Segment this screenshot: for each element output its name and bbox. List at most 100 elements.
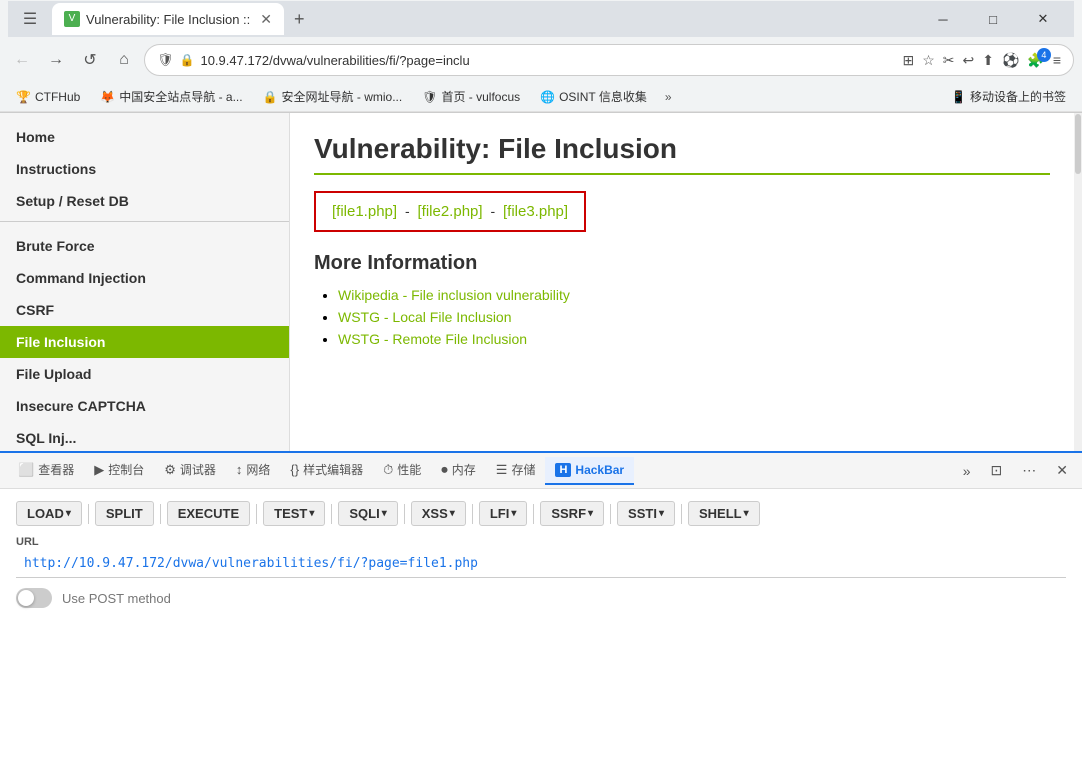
dt-tab-memory[interactable]: ⏺ 内存 xyxy=(431,455,486,486)
hb-lfi-label: LFI xyxy=(490,506,510,521)
sidebar-item-bruteforce[interactable]: Brute Force xyxy=(0,230,289,262)
screenshot-icon[interactable]: ✂ xyxy=(943,52,955,69)
dt-tab-debugger[interactable]: ⚙ 调试器 xyxy=(154,455,226,486)
sidebar-item-csrf[interactable]: CSRF xyxy=(0,294,289,326)
scrollbar[interactable] xyxy=(1074,113,1082,451)
dt-tab-inspector[interactable]: ⬜ 查看器 xyxy=(8,455,84,486)
dt-tab-perf-label: 性能 xyxy=(397,461,421,478)
dt-tab-storage[interactable]: ☰ 存储 xyxy=(486,455,546,486)
file1-link[interactable]: [file1.php] xyxy=(332,203,397,220)
hb-split-btn[interactable]: SPLIT xyxy=(95,501,154,526)
wstg-remote-link[interactable]: WSTG - Remote File Inclusion xyxy=(338,331,527,347)
hb-sep9 xyxy=(681,504,682,524)
hb-ssrf-btn[interactable]: SSRF ▾ xyxy=(540,501,604,526)
hb-sep6 xyxy=(472,504,473,524)
sidebar-item-sqlinjection[interactable]: SQL Inj... xyxy=(0,422,289,451)
sidebar-item-commandinjection[interactable]: Command Injection xyxy=(0,262,289,294)
hb-execute-btn[interactable]: EXECUTE xyxy=(167,501,250,526)
hb-ssti-arrow: ▾ xyxy=(659,508,664,519)
dt-tab-perf[interactable]: ⏱ 性能 xyxy=(373,455,431,486)
hackbar-icon: H xyxy=(555,463,571,477)
hb-test-btn[interactable]: TEST ▾ xyxy=(263,501,325,526)
maximize-button[interactable]: □ xyxy=(970,5,1016,33)
hb-sqli-btn[interactable]: SQLI ▾ xyxy=(338,501,397,526)
reload-button[interactable]: ↺ xyxy=(76,46,104,74)
main-content: Vulnerability: File Inclusion [file1.php… xyxy=(290,113,1074,451)
bookmark-vulfocus[interactable]: 🛡 首页 - vulfocus xyxy=(414,86,528,107)
inspector-icon: ⬜ xyxy=(18,462,34,478)
hb-load-btn[interactable]: LOAD ▾ xyxy=(16,501,82,526)
tab-bar: ☰ V Vulnerability: File Inclusion :: ✕ +… xyxy=(8,1,1074,37)
page-content: Home Instructions Setup / Reset DB Brute… xyxy=(0,113,1082,451)
scrollbar-thumb[interactable] xyxy=(1075,114,1081,174)
sidebar-item-captcha[interactable]: Insecure CAPTCHA xyxy=(0,390,289,422)
mobile-bookmarks[interactable]: 📱 移动设备上的书签 xyxy=(943,86,1074,107)
bookmark-cn-security[interactable]: 🦊 中国安全站点导航 - a... xyxy=(92,86,250,107)
hb-lfi-btn[interactable]: LFI ▾ xyxy=(479,501,528,526)
file3-link[interactable]: [file3.php] xyxy=(503,203,568,220)
tab-close-btn[interactable]: ✕ xyxy=(260,11,272,28)
window-controls: ─ □ ✕ xyxy=(920,5,1066,33)
list-item: WSTG - Remote File Inclusion xyxy=(338,331,1050,347)
sidebar-item-home[interactable]: Home xyxy=(0,121,289,153)
debugger-icon: ⚙ xyxy=(164,462,176,478)
share-icon[interactable]: ⬆ xyxy=(982,52,994,69)
dt-tab-hackbar[interactable]: H HackBar xyxy=(545,457,634,485)
sidebar-item-fileupload[interactable]: File Upload xyxy=(0,358,289,390)
file2-link[interactable]: [file2.php] xyxy=(418,203,483,220)
osint-icon: 🌐 xyxy=(540,90,555,104)
hb-test-arrow: ▾ xyxy=(309,508,314,519)
bookmark-ctfhub[interactable]: 🏆 CTFHub xyxy=(8,88,88,106)
bookmark-icon[interactable]: ☆ xyxy=(922,52,935,69)
hb-shell-arrow: ▾ xyxy=(744,508,749,519)
home-button[interactable]: ⌂ xyxy=(110,46,138,74)
hb-test-label: TEST xyxy=(274,506,307,521)
bookmark-osint[interactable]: 🌐 OSINT 信息收集 xyxy=(532,86,655,107)
hb-shell-btn[interactable]: SHELL ▾ xyxy=(688,501,760,526)
wstg-local-link[interactable]: WSTG - Local File Inclusion xyxy=(338,309,512,325)
dt-undock-btn[interactable]: ⊡ xyxy=(985,458,1009,483)
dt-more-btn[interactable]: » xyxy=(957,459,977,483)
extension-icon[interactable]: ⚽ xyxy=(1002,52,1019,69)
go-back-icon[interactable]: ↩ xyxy=(962,52,974,69)
dt-tab-style[interactable]: {} 样式编辑器 xyxy=(280,455,373,486)
minimize-button[interactable]: ─ xyxy=(920,5,966,33)
new-tab-button[interactable]: + xyxy=(288,7,311,32)
wikipedia-link[interactable]: Wikipedia - File inclusion vulnerability xyxy=(338,287,570,303)
sidebar-toggle[interactable]: ☰ xyxy=(16,5,44,33)
security-icon: 🛡 xyxy=(157,52,174,68)
dt-close-btn[interactable]: ✕ xyxy=(1050,458,1074,483)
close-button[interactable]: ✕ xyxy=(1020,5,1066,33)
bookmark-cn-security-label: 中国安全站点导航 - a... xyxy=(119,88,242,105)
hb-xss-btn[interactable]: XSS ▾ xyxy=(411,501,466,526)
separator-1: - xyxy=(405,203,414,219)
sidebar-item-instructions[interactable]: Instructions xyxy=(0,153,289,185)
bookmark-wmio[interactable]: 🔒 安全网址导航 - wmio... xyxy=(255,86,411,107)
bookmarks-bar: 🏆 CTFHub 🦊 中国安全站点导航 - a... 🔒 安全网址导航 - wm… xyxy=(0,82,1082,112)
vulfocus-icon: 🛡 xyxy=(422,90,437,104)
hb-shell-label: SHELL xyxy=(699,506,742,521)
hb-load-label: LOAD xyxy=(27,506,64,521)
sidebar-item-fileinclusion[interactable]: File Inclusion xyxy=(0,326,289,358)
translate-icon[interactable]: ⊞ xyxy=(902,52,914,69)
post-method-toggle[interactable] xyxy=(16,588,52,608)
url-input[interactable] xyxy=(16,550,1066,578)
hb-lfi-arrow: ▾ xyxy=(511,508,516,519)
hb-sep5 xyxy=(404,504,405,524)
forward-button[interactable]: → xyxy=(42,46,70,74)
dt-tab-console[interactable]: ▶ 控制台 xyxy=(84,455,154,486)
dt-options-btn[interactable]: ⋯ xyxy=(1016,458,1042,483)
cn-security-icon: 🦊 xyxy=(100,90,115,104)
dt-tab-console-label: 控制台 xyxy=(108,461,144,478)
hb-xss-label: XSS xyxy=(422,506,448,521)
dt-tab-network[interactable]: ↕ 网络 xyxy=(226,455,281,486)
menu-icon[interactable]: ≡ xyxy=(1053,52,1061,68)
active-tab[interactable]: V Vulnerability: File Inclusion :: ✕ xyxy=(52,3,284,35)
puzzle-icon[interactable]: 🧩4 xyxy=(1027,52,1044,69)
more-bookmarks-btn[interactable]: » xyxy=(659,88,678,106)
back-button[interactable]: ← xyxy=(8,46,36,74)
sidebar-item-setup[interactable]: Setup / Reset DB xyxy=(0,185,289,217)
sidebar-divider xyxy=(0,221,289,222)
hb-ssti-btn[interactable]: SSTI ▾ xyxy=(617,501,675,526)
url-bar[interactable]: 🛡 🔒 10.9.47.172/dvwa/vulnerabilities/fi/… xyxy=(144,44,1074,76)
